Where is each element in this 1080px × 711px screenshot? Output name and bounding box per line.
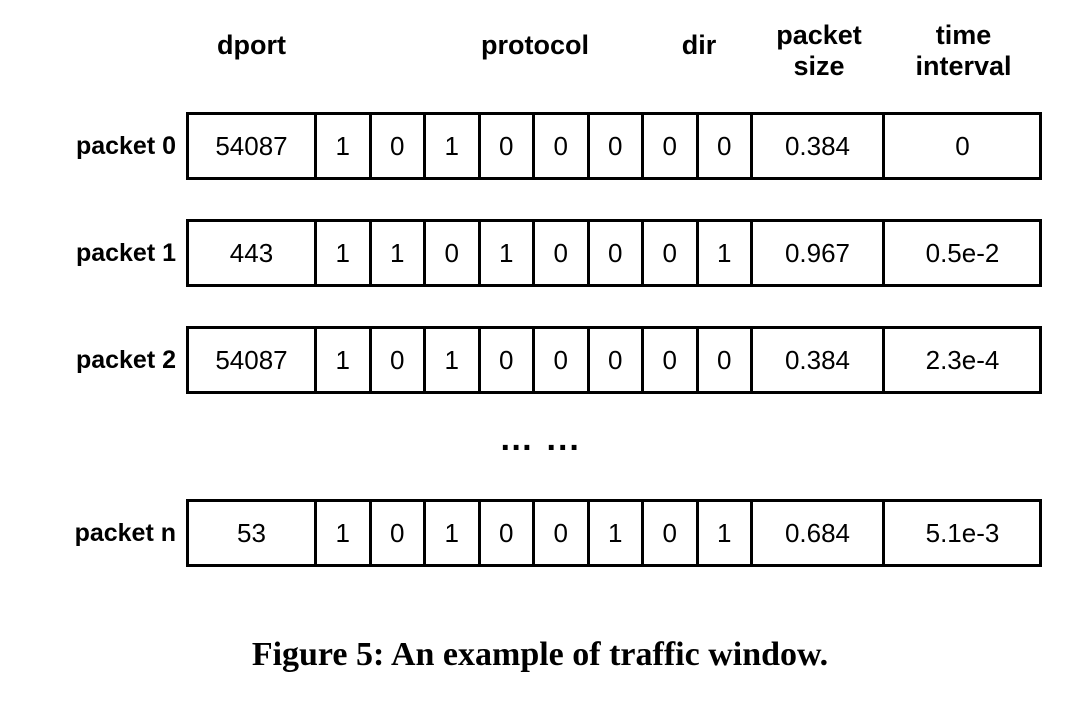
cell-packet-size: 0.967	[753, 222, 885, 284]
cell-dport: 443	[189, 222, 317, 284]
cell-time-interval: 5.1e-3	[925, 517, 1000, 548]
cell-time-interval: 2.3e-4	[925, 344, 1000, 375]
column-header-time-interval: time interval	[915, 20, 1012, 81]
cell-dport: 54087	[189, 329, 317, 391]
cell-protocol-bit-5: 0	[590, 115, 644, 177]
packet-vector-n: 53 1 0 1 0 0 1 0 1 0.684 5.1e-3	[186, 499, 1042, 567]
packet-vector-0: 54087 1 0 1 0 0 0 0 0 0.384 0	[186, 112, 1042, 180]
table-row: packet 2 54087 1 0 1 0 0 0 0 0 0.384 2.3…	[0, 326, 1080, 394]
cell-dir-bit-0: 0	[644, 222, 699, 284]
column-header-row: dport protocol dir packet size time inte…	[0, 0, 1080, 100]
cell-packet-size: 0.384	[753, 329, 885, 391]
table-row: packet n 53 1 0 1 0 0 1 0 1 0.684 5.1e-3	[0, 499, 1080, 567]
cell-packet-size: 0.684	[753, 502, 885, 564]
table-row: packet 1 443 1 1 0 1 0 0 0 1 0.967 0.5e-…	[0, 219, 1080, 287]
cell-protocol-bit-2: 1	[426, 329, 481, 391]
cell-dport: 53	[189, 502, 317, 564]
cell-protocol-bit-4: 0	[535, 502, 590, 564]
table-row: packet 0 54087 1 0 1 0 0 0 0 0 0.384 0	[0, 112, 1080, 180]
cell-protocol-bit-3: 0	[481, 115, 535, 177]
packet-vector-1: 443 1 1 0 1 0 0 0 1 0.967 0.5e-2	[186, 219, 1042, 287]
row-label-packet-n: packet n	[74, 519, 176, 547]
cell-dir-bit-1: 0	[699, 329, 753, 391]
cell-dport: 54087	[189, 115, 317, 177]
cell-protocol-bit-1: 0	[372, 502, 426, 564]
cell-dir-bit-1: 1	[699, 502, 753, 564]
cell-protocol-bit-3: 0	[481, 502, 535, 564]
cell-time-interval: 0	[955, 130, 970, 161]
column-header-dport: dport	[217, 30, 286, 60]
packet-vector-2: 54087 1 0 1 0 0 0 0 0 0.384 2.3e-4	[186, 326, 1042, 394]
cell-dir-bit-1: 1	[699, 222, 753, 284]
cell-protocol-bit-2: 1	[426, 502, 481, 564]
cell-dir-bit-0: 0	[644, 115, 699, 177]
cell-protocol-bit-1: 0	[372, 329, 426, 391]
column-header-dir: dir	[681, 30, 717, 60]
cell-dir-bit-1: 0	[699, 115, 753, 177]
cell-time-interval: 0.5e-2	[925, 237, 1000, 268]
cell-protocol-bit-0: 1	[317, 115, 372, 177]
cell-protocol-bit-5: 0	[590, 222, 644, 284]
row-label-packet-1: packet 1	[75, 239, 176, 267]
cell-protocol-bit-2: 0	[426, 222, 481, 284]
column-header-packet-size: packet size	[776, 20, 862, 81]
cell-protocol-bit-0: 1	[317, 329, 372, 391]
cell-protocol-bit-1: 0	[372, 115, 426, 177]
row-label-packet-2: packet 2	[75, 346, 176, 374]
cell-protocol-bit-3: 0	[481, 329, 535, 391]
cell-dir-bit-0: 0	[644, 329, 699, 391]
cell-protocol-bit-0: 1	[317, 502, 372, 564]
figure-caption: Figure 5: An example of traffic window.	[251, 636, 829, 673]
cell-dir-bit-0: 0	[644, 502, 699, 564]
cell-protocol-bit-5: 0	[590, 329, 644, 391]
cell-protocol-bit-2: 1	[426, 115, 481, 177]
cell-protocol-bit-3: 1	[481, 222, 535, 284]
cell-protocol-bit-4: 0	[535, 222, 590, 284]
cell-packet-size: 0.384	[753, 115, 885, 177]
cell-protocol-bit-4: 0	[535, 329, 590, 391]
cell-protocol-bit-1: 1	[372, 222, 426, 284]
cell-protocol-bit-0: 1	[317, 222, 372, 284]
row-label-packet-0: packet 0	[75, 132, 176, 160]
cell-protocol-bit-4: 0	[535, 115, 590, 177]
ellipsis-separator: … ...	[499, 420, 581, 458]
cell-protocol-bit-5: 1	[590, 502, 644, 564]
